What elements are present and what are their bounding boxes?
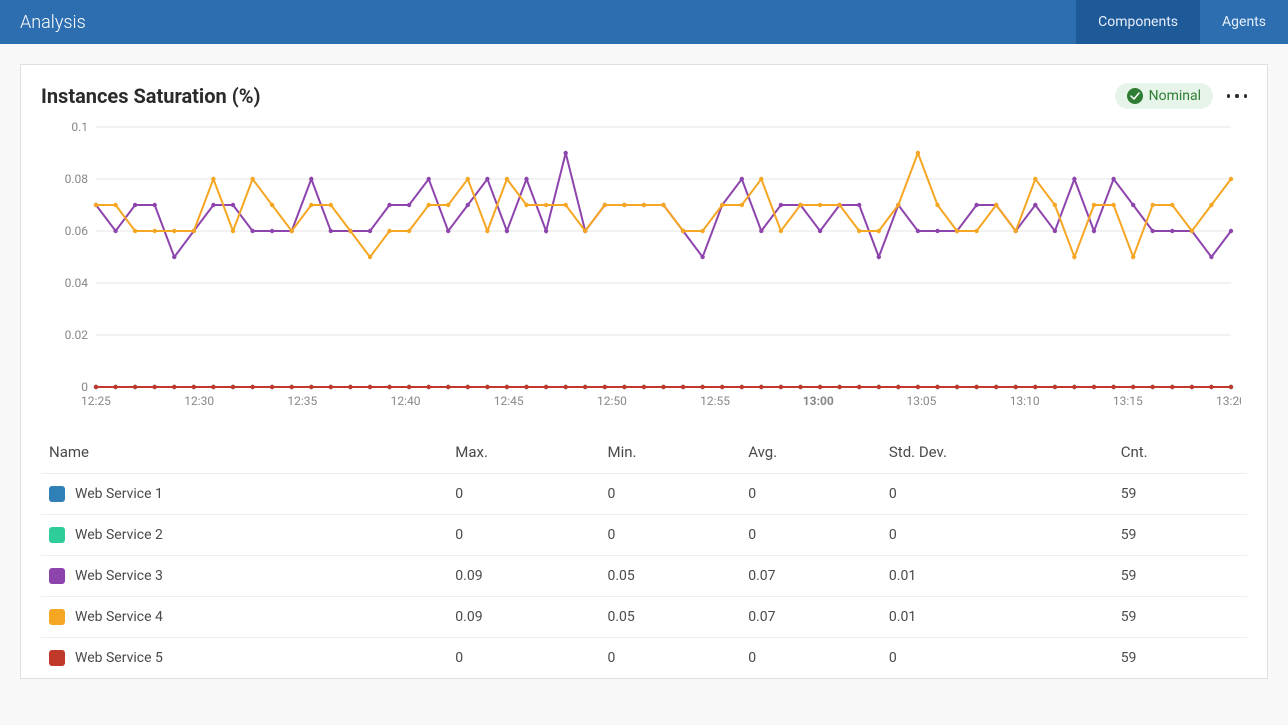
col-name[interactable]: Name <box>41 431 447 474</box>
svg-text:0.1: 0.1 <box>71 120 88 134</box>
cell-avg: 0 <box>740 638 881 679</box>
cell-std: 0 <box>881 515 1113 556</box>
svg-text:13:05: 13:05 <box>907 394 937 408</box>
series-swatch <box>49 486 65 502</box>
svg-text:13:15: 13:15 <box>1113 394 1143 408</box>
check-icon <box>1127 88 1143 104</box>
tab-agents[interactable]: Agents <box>1200 0 1288 44</box>
content: Instances Saturation (%) Nominal 0 0.02 0.… <box>0 44 1288 699</box>
series-swatch <box>49 568 65 584</box>
series-name: Web Service 4 <box>75 609 163 625</box>
page-title: Analysis <box>20 12 86 33</box>
svg-text:12:25: 12:25 <box>81 394 111 408</box>
cell-cnt: 59 <box>1113 597 1247 638</box>
col-max[interactable]: Max. <box>447 431 599 474</box>
cell-max: 0.09 <box>447 556 599 597</box>
table-row[interactable]: Web Service 4 0.090.050.070.0159 <box>41 597 1247 638</box>
svg-text:12:45: 12:45 <box>494 394 524 408</box>
svg-text:0.08: 0.08 <box>65 172 89 186</box>
svg-text:12:30: 12:30 <box>184 394 214 408</box>
svg-text:12:50: 12:50 <box>597 394 627 408</box>
series-swatch <box>49 650 65 666</box>
cell-min: 0.05 <box>599 556 740 597</box>
col-std[interactable]: Std. Dev. <box>881 431 1113 474</box>
cell-cnt: 59 <box>1113 515 1247 556</box>
cell-max: 0 <box>447 474 599 515</box>
card-head: Instances Saturation (%) Nominal <box>41 83 1247 109</box>
metrics-table: Name Max. Min. Avg. Std. Dev. Cnt. Web S… <box>41 431 1247 678</box>
card-head-right: Nominal <box>1115 83 1247 109</box>
svg-text:12:40: 12:40 <box>391 394 421 408</box>
cell-std: 0 <box>881 638 1113 679</box>
svg-text:0: 0 <box>81 380 88 394</box>
cell-min: 0 <box>599 474 740 515</box>
svg-text:0.04: 0.04 <box>65 276 89 290</box>
svg-text:13:00: 13:00 <box>803 394 834 408</box>
svg-text:12:35: 12:35 <box>287 394 317 408</box>
svg-text:13:10: 13:10 <box>1010 394 1040 408</box>
series-name: Web Service 3 <box>75 568 163 584</box>
table-row[interactable]: Web Service 5000059 <box>41 638 1247 679</box>
svg-text:12:55: 12:55 <box>700 394 730 408</box>
cell-std: 0 <box>881 474 1113 515</box>
cell-std: 0.01 <box>881 556 1113 597</box>
cell-avg: 0.07 <box>740 597 881 638</box>
svg-text:0.06: 0.06 <box>65 224 89 238</box>
series-swatch <box>49 527 65 543</box>
table-row[interactable]: Web Service 2000059 <box>41 515 1247 556</box>
cell-cnt: 59 <box>1113 638 1247 679</box>
cell-max: 0.09 <box>447 597 599 638</box>
cell-avg: 0 <box>740 515 881 556</box>
cell-min: 0 <box>599 515 740 556</box>
series-name: Web Service 2 <box>75 527 163 543</box>
cell-cnt: 59 <box>1113 474 1247 515</box>
cell-min: 0 <box>599 638 740 679</box>
tab-components[interactable]: Components <box>1076 0 1200 44</box>
cell-std: 0.01 <box>881 597 1113 638</box>
more-icon[interactable] <box>1227 94 1247 98</box>
svg-text:13:20: 13:20 <box>1216 394 1241 408</box>
cell-max: 0 <box>447 515 599 556</box>
topbar-tabs: Components Agents <box>1076 0 1288 44</box>
table-row[interactable]: Web Service 1000059 <box>41 474 1247 515</box>
cell-cnt: 59 <box>1113 556 1247 597</box>
series-name: Web Service 1 <box>75 486 163 502</box>
table-row[interactable]: Web Service 3 0.090.050.070.0159 <box>41 556 1247 597</box>
cell-avg: 0.07 <box>740 556 881 597</box>
col-min[interactable]: Min. <box>599 431 740 474</box>
topbar: Analysis Components Agents <box>0 0 1288 44</box>
series-swatch <box>49 609 65 625</box>
col-cnt[interactable]: Cnt. <box>1113 431 1247 474</box>
status-badge: Nominal <box>1115 83 1213 109</box>
cell-avg: 0 <box>740 474 881 515</box>
cell-max: 0 <box>447 638 599 679</box>
cell-min: 0.05 <box>599 597 740 638</box>
chart: 0 0.02 0.04 0.06 0.08 0.1 12:25 12:30 12:35 12:40… <box>41 117 1247 421</box>
svg-text:0.02: 0.02 <box>65 328 89 342</box>
series-name: Web Service 5 <box>75 650 163 666</box>
card-title: Instances Saturation (%) <box>41 84 261 108</box>
status-label: Nominal <box>1149 88 1201 104</box>
col-avg[interactable]: Avg. <box>740 431 881 474</box>
chart-card: Instances Saturation (%) Nominal 0 0.02 0.… <box>20 64 1268 679</box>
